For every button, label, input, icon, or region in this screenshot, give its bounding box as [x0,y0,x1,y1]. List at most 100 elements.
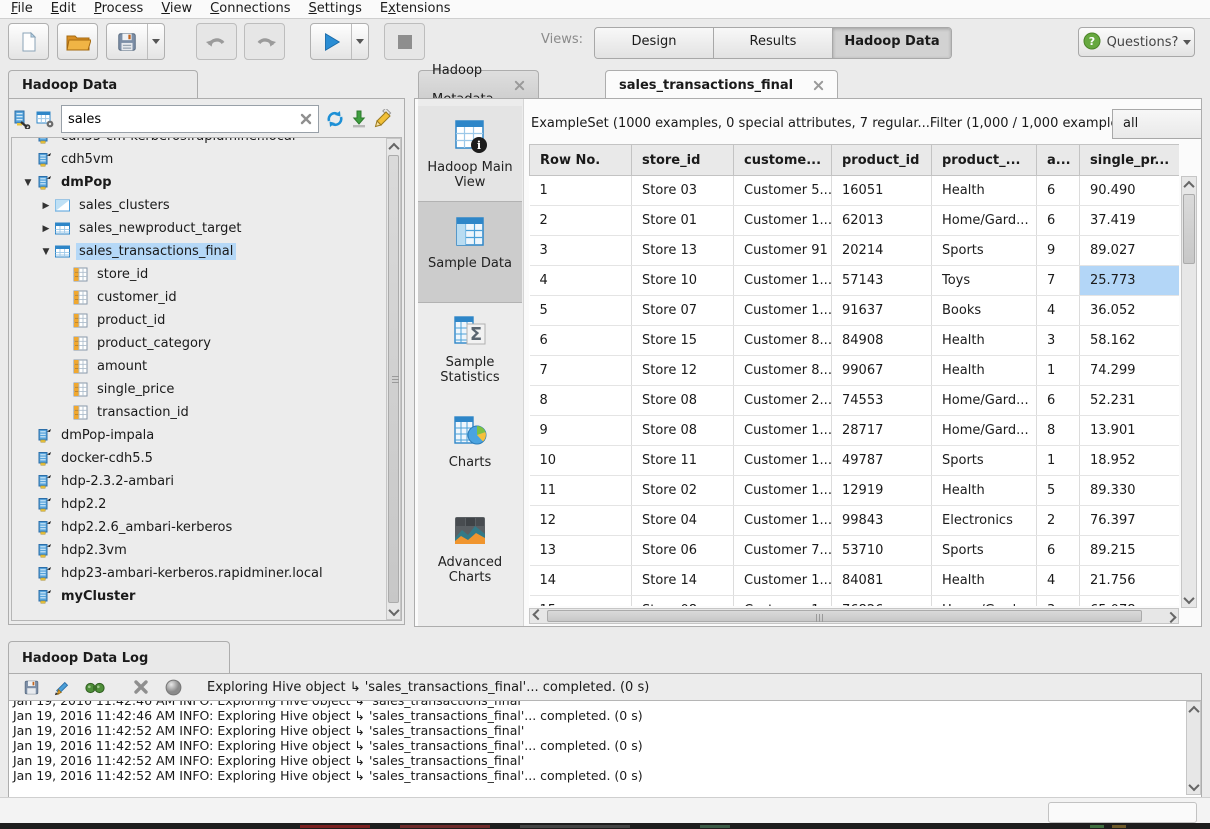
table-cell[interactable]: 3 [1037,326,1080,356]
table-cell[interactable]: 62013 [832,206,932,236]
table-cell[interactable]: 74.299 [1080,356,1180,386]
clear-log-button[interactable] [51,675,75,699]
table-cell[interactable]: 10 [530,446,632,476]
table-cell[interactable]: Store 06 [632,536,734,566]
table-cell[interactable]: Books [932,296,1037,326]
table-cell[interactable]: 4 [1037,566,1080,596]
tree-item-transaction-id[interactable]: transaction_id [12,401,382,424]
delete-log-button[interactable] [129,675,153,699]
redo-button[interactable] [244,23,285,60]
table-cell[interactable]: Store 07 [632,296,734,326]
tree-item-dmpop-impala[interactable]: dmPop-impala [12,424,382,447]
tree-item-hdp2-2[interactable]: hdp2.2 [12,493,382,516]
table-cell[interactable]: Store 08 [632,386,734,416]
tree-scrollbar[interactable] [386,138,401,620]
table-cell[interactable]: Home/Gard... [932,206,1037,236]
table-cell[interactable]: Customer 1... [734,266,832,296]
expand-icon[interactable]: ▶ [38,201,54,211]
table-cell[interactable]: 11 [530,476,632,506]
tree-item-cdh5vm[interactable]: cdh5vm [12,148,382,171]
table-cell[interactable]: Store 02 [632,476,734,506]
scroll-up-icon[interactable] [1187,702,1200,717]
table-cell[interactable]: 76826 [832,596,932,607]
menu-view[interactable]: View [152,0,201,17]
horizontal-splitter[interactable] [0,627,1210,641]
table-cell[interactable]: 53710 [832,536,932,566]
tree-item-hdp-2-3-2-ambari[interactable]: hdp-2.3.2-ambari [12,470,382,493]
close-tab-icon[interactable] [813,80,824,91]
table-cell[interactable]: Customer 1... [734,566,832,596]
save-button[interactable] [107,24,148,59]
column-header[interactable]: product_... [932,145,1037,176]
tree-item-customer-id[interactable]: customer_id [12,286,382,309]
table-cell[interactable]: 13.901 [1080,416,1180,446]
tree-item-sales-transactions-final[interactable]: ▼sales_transactions_final [12,240,382,263]
clear-search-icon[interactable] [294,107,318,131]
table-cell[interactable]: Home/Gard... [932,596,1037,607]
table-cell[interactable]: 21.756 [1080,566,1180,596]
table-cell[interactable]: Store 15 [632,326,734,356]
menu-file[interactable]: File [2,0,42,17]
refresh-button[interactable] [323,107,347,131]
table-cell[interactable]: 12919 [832,476,932,506]
table-cell[interactable]: Store 01 [632,206,734,236]
table-cell[interactable]: 5 [1037,476,1080,506]
marker-button[interactable] [161,675,185,699]
table-cell[interactable]: Customer 1... [734,506,832,536]
column-header[interactable]: single_pr... [1080,145,1180,176]
scroll-up-icon[interactable] [1182,177,1196,192]
table-cell[interactable]: 3 [1037,596,1080,607]
tree-item-hdp2-2-6-ambari-kerberos[interactable]: hdp2.2.6_ambari-kerberos [12,516,382,539]
table-cell[interactable]: 9 [530,416,632,446]
log-text-area[interactable]: Jan 19, 2016 11:42:46 AM INFO: Exploring… [9,700,1201,797]
expand-icon[interactable]: ▶ [38,224,54,234]
scroll-down-icon[interactable] [1187,779,1200,794]
edit-button[interactable] [371,107,395,131]
scroll-right-icon[interactable] [1163,609,1178,623]
table-cell[interactable]: Sports [932,536,1037,566]
tree-item-hdp2-3vm[interactable]: hdp2.3vm [12,539,382,562]
table-cell[interactable]: 1 [530,176,632,206]
table-cell[interactable]: Store 08 [632,416,734,446]
table-cell[interactable]: Store 14 [632,566,734,596]
table-cell[interactable]: 7 [530,356,632,386]
tree-item-store-id[interactable]: store_id [12,263,382,286]
download-button[interactable] [347,107,371,131]
table-cell[interactable]: Home/Gard... [932,386,1037,416]
manage-connections-button[interactable] [9,107,33,131]
fetch-metadata-button[interactable] [33,107,57,131]
table-cell[interactable]: Toys [932,266,1037,296]
collapse-icon[interactable]: ▼ [20,178,36,188]
table-cell[interactable]: 57143 [832,266,932,296]
table-vscrollbar[interactable] [1181,176,1197,608]
table-cell[interactable]: 90.490 [1080,176,1180,206]
tree-item-dmpop[interactable]: ▼dmPop [12,171,382,194]
table-cell[interactable]: 84908 [832,326,932,356]
table-cell[interactable]: 91637 [832,296,932,326]
tab-sales-transactions-final[interactable]: sales_transactions_final [605,70,838,99]
table-cell[interactable]: 28717 [832,416,932,446]
scroll-down-icon[interactable] [387,604,400,619]
scroll-down-icon[interactable] [1182,592,1196,607]
table-cell[interactable]: 25.773 [1080,266,1180,296]
table-cell[interactable]: Customer 1... [734,446,832,476]
table-cell[interactable]: 74553 [832,386,932,416]
column-header[interactable]: product_id [832,145,932,176]
column-header[interactable]: store_id [632,145,734,176]
run-dropdown-button[interactable] [352,24,368,59]
table-cell[interactable]: Store 11 [632,446,734,476]
vertical-splitter[interactable] [405,70,414,627]
table-cell[interactable]: 4 [1037,296,1080,326]
tab-hadoop-data-log[interactable]: Hadoop Data Log [8,641,230,674]
table-cell[interactable]: Health [932,176,1037,206]
table-cell[interactable]: Customer 91 [734,236,832,266]
view-button-hadoop-data[interactable]: Hadoop Data [833,28,951,58]
table-cell[interactable]: Customer 7... [734,536,832,566]
table-cell[interactable]: 99067 [832,356,932,386]
table-cell[interactable]: 2 [530,206,632,236]
menu-process[interactable]: Process [85,0,152,17]
table-cell[interactable]: 6 [1037,206,1080,236]
table-cell[interactable]: 1 [1037,446,1080,476]
table-cell[interactable]: 7 [1037,266,1080,296]
table-cell[interactable]: 99843 [832,506,932,536]
